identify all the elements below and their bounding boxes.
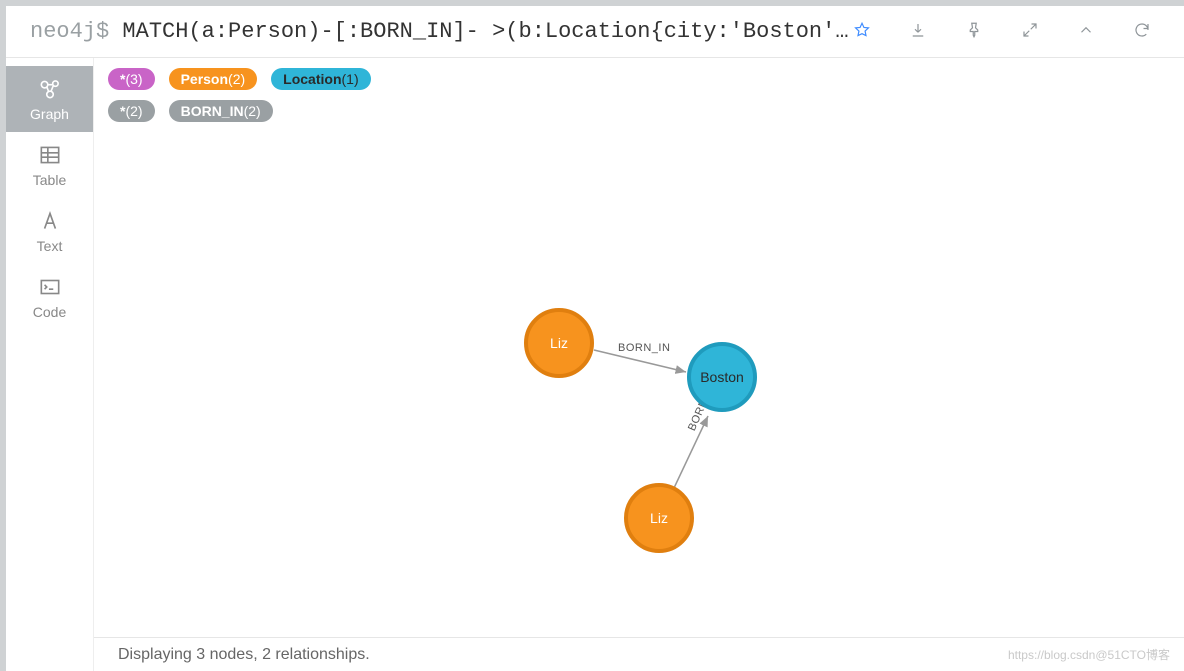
chip-person[interactable]: Person(2)	[169, 68, 258, 90]
rerun-button[interactable]	[1129, 17, 1155, 46]
edges-layer	[94, 128, 1184, 637]
view-text[interactable]: Text	[6, 198, 93, 264]
chip-all-rels[interactable]: *(2)	[108, 100, 155, 122]
code-icon	[37, 274, 63, 300]
chevron-up-icon	[1077, 21, 1095, 39]
graph-node-location[interactable]: Boston	[687, 342, 757, 412]
view-label: Code	[33, 304, 66, 320]
graph-canvas[interactable]: BORN_IN BORN_IN Liz Boston Liz	[94, 128, 1184, 637]
view-table[interactable]: Table	[6, 132, 93, 198]
view-code[interactable]: Code	[6, 264, 93, 330]
view-sidebar: Graph Table Text Code	[6, 58, 94, 671]
download-button[interactable]	[905, 17, 931, 46]
query-bar: neo4j$ MATCH(a:Person)-[:BORN_IN]- >(b:L…	[6, 6, 1184, 58]
chip-born-in[interactable]: BORN_IN(2)	[169, 100, 273, 122]
prompt-label: neo4j$	[30, 19, 109, 44]
graph-icon	[37, 76, 63, 102]
view-graph[interactable]: Graph	[6, 66, 93, 132]
star-icon	[853, 21, 871, 39]
favorite-button[interactable]	[849, 17, 875, 46]
download-icon	[909, 21, 927, 39]
refresh-icon	[1133, 21, 1151, 39]
node-chips: *(3) Person(2) Location(1)	[94, 58, 1184, 90]
expand-button[interactable]	[1017, 17, 1043, 46]
collapse-button[interactable]	[1073, 17, 1099, 46]
status-text: Displaying 3 nodes, 2 relationships.	[118, 646, 370, 664]
text-icon	[37, 208, 63, 234]
pin-button[interactable]	[961, 17, 987, 46]
graph-node-person[interactable]: Liz	[524, 308, 594, 378]
edge-label[interactable]: BORN_IN	[618, 342, 670, 354]
query-prompt[interactable]: neo4j$ MATCH(a:Person)-[:BORN_IN]- >(b:L…	[30, 19, 849, 44]
chip-all-nodes[interactable]: *(3)	[108, 68, 155, 90]
view-label: Graph	[30, 106, 69, 122]
query-text: MATCH(a:Person)-[:BORN_IN]- >(b:Location…	[122, 19, 848, 44]
graph-node-person[interactable]: Liz	[624, 483, 694, 553]
view-label: Table	[33, 172, 66, 188]
expand-icon	[1021, 21, 1039, 39]
watermark: https://blog.csdn@51CTO博客	[1008, 646, 1170, 663]
pin-icon	[965, 21, 983, 39]
view-label: Text	[37, 238, 63, 254]
rel-chips: *(2) BORN_IN(2)	[94, 90, 1184, 122]
result-panel: *(3) Person(2) Location(1) *(2) BORN_IN(…	[94, 58, 1184, 671]
chip-location[interactable]: Location(1)	[271, 68, 370, 90]
toolbar-actions	[849, 17, 1184, 46]
table-icon	[37, 142, 63, 168]
